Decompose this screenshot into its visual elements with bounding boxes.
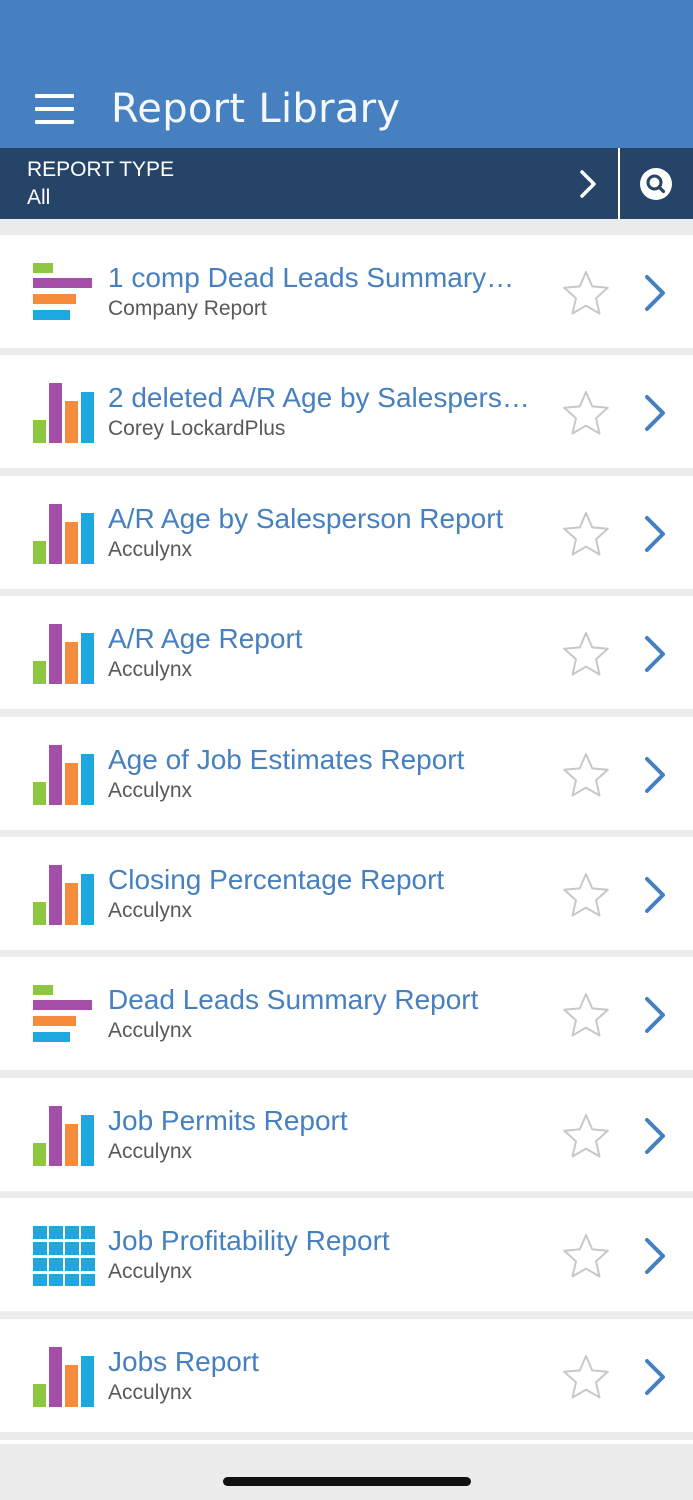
star-icon[interactable] — [561, 751, 611, 799]
star-icon[interactable] — [561, 389, 611, 437]
report-owner: Acculynx — [108, 1260, 193, 1283]
star-icon[interactable] — [561, 871, 611, 919]
report-row[interactable]: Dead Leads Summary Report Acculynx — [0, 957, 693, 1070]
report-row[interactable]: Job Profitability Report Acculynx — [0, 1198, 693, 1311]
report-owner: Acculynx — [108, 538, 193, 561]
chevron-right-icon — [642, 514, 668, 554]
report-owner: Acculynx — [108, 658, 193, 681]
chevron-right-icon — [642, 755, 668, 795]
star-icon[interactable] — [561, 630, 611, 678]
search-button[interactable] — [620, 148, 693, 219]
report-type-selector[interactable]: REPORT TYPE All — [0, 148, 618, 219]
menu-line — [35, 107, 74, 111]
report-type-filter-bar: REPORT TYPE All — [0, 148, 693, 219]
horizontal-bar-chart-icon — [33, 263, 95, 323]
report-owner: Acculynx — [108, 1140, 193, 1163]
chevron-right-icon — [642, 393, 668, 433]
search-icon — [640, 168, 672, 200]
star-icon[interactable] — [561, 510, 611, 558]
horizontal-bar-chart-icon — [33, 985, 95, 1045]
report-owner: Acculynx — [108, 1019, 193, 1042]
chevron-right-icon — [642, 875, 668, 915]
next-report-row-edge — [0, 1440, 693, 1444]
menu-line — [35, 120, 74, 124]
star-icon[interactable] — [561, 991, 611, 1039]
report-title: A/R Age by Salesperson Report — [108, 503, 504, 534]
home-indicator[interactable] — [223, 1477, 471, 1486]
chevron-right-icon — [642, 995, 668, 1035]
bar-chart-icon — [33, 624, 95, 684]
report-row[interactable]: A/R Age by Salesperson Report Acculynx — [0, 476, 693, 589]
star-icon[interactable] — [561, 269, 611, 317]
report-row[interactable]: Closing Percentage Report Acculynx — [0, 837, 693, 950]
report-row[interactable]: A/R Age Report Acculynx — [0, 596, 693, 709]
bar-chart-icon — [33, 1106, 95, 1166]
report-row[interactable]: Job Permits Report Acculynx — [0, 1078, 693, 1191]
report-owner: Acculynx — [108, 1381, 193, 1404]
report-owner: Acculynx — [108, 899, 193, 922]
report-owner: Company Report — [108, 297, 267, 320]
bar-chart-icon — [33, 383, 95, 443]
report-title: Job Permits Report — [108, 1105, 348, 1136]
report-title: Closing Percentage Report — [108, 864, 445, 895]
bar-chart-icon — [33, 745, 95, 805]
report-title: Dead Leads Summary Report — [108, 984, 479, 1015]
star-icon[interactable] — [561, 1353, 611, 1401]
table-grid-icon — [33, 1226, 95, 1287]
star-icon[interactable] — [561, 1232, 611, 1280]
report-row[interactable]: Age of Job Estimates Report Acculynx — [0, 717, 693, 830]
report-row[interactable]: 2 deleted A/R Age by Salespers… Corey Loc… — [0, 355, 693, 468]
chevron-right-icon — [642, 634, 668, 674]
bar-chart-icon — [33, 1347, 95, 1407]
report-row[interactable]: 1 comp Dead Leads Summary… Company Report — [0, 235, 693, 348]
report-title: 1 comp Dead Leads Summary… — [108, 262, 515, 293]
page-title: Report Library — [111, 86, 401, 132]
menu-line — [35, 94, 74, 98]
report-title: Age of Job Estimates Report — [108, 744, 465, 775]
report-title: A/R Age Report — [108, 623, 303, 654]
star-icon[interactable] — [561, 1112, 611, 1160]
report-owner: Corey LockardPlus — [108, 417, 286, 440]
report-row[interactable]: Jobs Report Acculynx — [0, 1319, 693, 1432]
chevron-right-icon — [642, 1357, 668, 1397]
chevron-right-icon — [642, 1236, 668, 1276]
app-header: Report Library — [0, 0, 693, 148]
report-owner: Acculynx — [108, 779, 193, 802]
chevron-right-icon — [580, 170, 596, 198]
chevron-right-icon — [642, 273, 668, 313]
bar-chart-icon — [33, 865, 95, 925]
report-title: Job Profitability Report — [108, 1225, 390, 1256]
report-type-value: All — [27, 186, 51, 209]
chevron-right-icon — [642, 1116, 668, 1156]
report-title: Jobs Report — [108, 1346, 259, 1377]
report-title: 2 deleted A/R Age by Salespers… — [108, 382, 530, 413]
bar-chart-icon — [33, 504, 95, 564]
hamburger-menu-icon[interactable] — [35, 94, 74, 126]
report-type-label: REPORT TYPE — [27, 158, 175, 181]
